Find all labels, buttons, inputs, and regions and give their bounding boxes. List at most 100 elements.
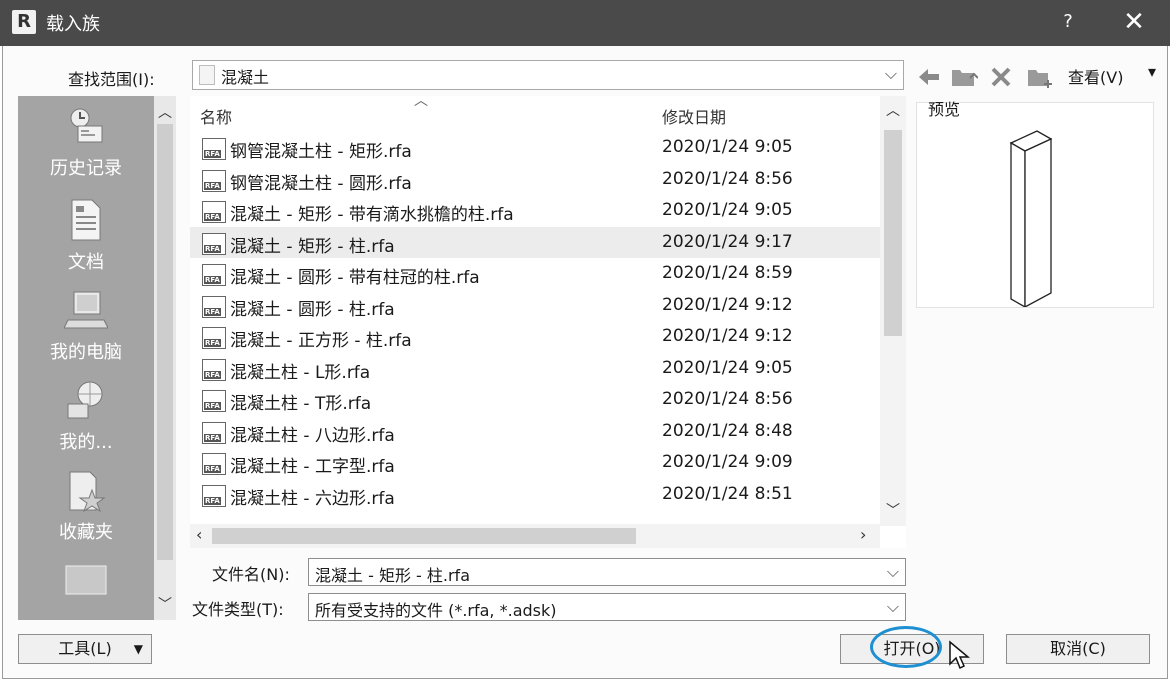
scroll-up-icon[interactable]: ︿ [880, 100, 906, 120]
filename-value: 混凝土 - 矩形 - 柱.rfa [315, 566, 470, 585]
vertical-scrollbar[interactable]: ︿ ﹀ [880, 96, 906, 526]
highlight-circle [870, 626, 942, 668]
scroll-thumb[interactable] [157, 124, 173, 560]
lookin-combobox[interactable]: 混凝土 ⌵ [192, 60, 904, 90]
file-name: 混凝土柱 - 六边形.rfa [230, 488, 395, 509]
file-rows: 钢管混凝土柱 - 矩形.rfa 2020/1/24 9:05 钢管混凝土柱 - 圆形… [190, 132, 880, 524]
rfa-file-icon [202, 484, 226, 507]
scroll-down-icon[interactable]: ﹀ [880, 500, 906, 520]
sort-ascending-icon: ︿ [414, 93, 428, 109]
close-button[interactable]: ✕ [1118, 6, 1150, 38]
filetype-label: 文件类型(T): [192, 600, 284, 619]
scroll-right-icon[interactable]: › [860, 525, 866, 544]
rfa-file-icon [202, 421, 226, 444]
places-scrollbar[interactable]: ︿ ﹀ [154, 96, 176, 620]
file-name: 混凝土 - 圆形 - 柱.rfa [230, 299, 395, 320]
dropdown-arrow-icon: ▼ [133, 642, 143, 656]
file-row[interactable]: 混凝土 - 正方形 - 柱.rfa 2020/1/24 9:12 [190, 321, 880, 353]
file-name: 混凝土柱 - T形.rfa [230, 394, 372, 414]
title-bar: R 载入族 ? ✕ [0, 0, 1170, 46]
scroll-left-icon[interactable]: ‹ [196, 525, 202, 544]
app-logo-icon: R [12, 10, 36, 34]
preview-label: 预览 [928, 100, 961, 119]
file-list: ︿ 名称 修改日期 钢管混凝土柱 - 矩形.rfa2020/1/24 9:05钢… [190, 93, 906, 548]
file-row[interactable]: 钢管混凝土柱 - 圆形.rfa 2020/1/24 8:56 [190, 164, 880, 196]
view-menu[interactable]: 查看(V) [1068, 64, 1123, 88]
place-label: 历史记录 [50, 158, 122, 179]
cancel-label: 取消(C) [1050, 639, 1106, 658]
network-icon [18, 378, 154, 422]
file-date: 2020/1/24 9:12 [662, 326, 793, 346]
file-row[interactable]: 混凝土 - 圆形 - 柱.rfa 2020/1/24 9:12 [190, 290, 880, 322]
desktop-icon [18, 564, 154, 608]
file-date: 2020/1/24 9:17 [662, 231, 793, 252]
lookin-value: 混凝土 [221, 68, 270, 87]
up-folder-icon[interactable] [950, 64, 979, 97]
scroll-down-icon[interactable]: ﹀ [154, 594, 176, 614]
filetype-value: 所有受支持的文件 (*.rfa, *.adsk) [315, 601, 557, 620]
file-date: 2020/1/24 9:05 [662, 357, 793, 378]
place-history[interactable]: 历史记录 [18, 104, 154, 180]
file-row[interactable]: 混凝土 - 矩形 - 柱.rfa 2020/1/24 9:17 [190, 226, 880, 258]
rfa-file-icon [202, 358, 226, 381]
computer-icon [18, 288, 154, 332]
view-dropdown-icon[interactable]: ▾ [1148, 62, 1156, 81]
new-folder-icon[interactable] [1026, 64, 1054, 97]
place-desktop[interactable] [18, 564, 154, 614]
mouse-cursor-icon [948, 640, 972, 674]
chevron-down-icon[interactable]: ⌵ [887, 562, 899, 582]
back-arrow-icon[interactable] [916, 64, 942, 97]
chevron-down-icon[interactable]: ⌵ [885, 64, 897, 84]
file-date: 2020/1/24 8:59 [662, 263, 793, 283]
horizontal-scrollbar[interactable]: ‹ › [190, 524, 880, 548]
cancel-button[interactable]: 取消(C) [1006, 634, 1150, 664]
help-button[interactable]: ? [1056, 8, 1080, 36]
filetype-select[interactable]: 所有受支持的文件 (*.rfa, *.adsk) ⌵ [308, 593, 906, 621]
delete-icon[interactable] [988, 64, 1014, 97]
file-name: 混凝土 - 正方形 - 柱.rfa [230, 331, 412, 351]
place-label: 收藏夹 [59, 522, 113, 543]
file-row[interactable]: 钢管混凝土柱 - 矩形.rfa 2020/1/24 9:05 [190, 132, 880, 164]
file-date: 2020/1/24 9:05 [662, 137, 793, 157]
history-icon [18, 104, 154, 148]
file-date: 2020/1/24 9:12 [662, 294, 793, 315]
filename-label: 文件名(N): [212, 565, 290, 584]
file-date: 2020/1/24 8:56 [662, 168, 793, 189]
file-row[interactable]: 混凝土柱 - 六边形.rfa 2020/1/24 8:51 [190, 479, 880, 511]
folder-icon [199, 65, 215, 85]
place-label: 我的... [59, 432, 113, 453]
place-network[interactable]: 我的... [18, 378, 154, 454]
file-row[interactable]: 混凝土 - 圆形 - 带有柱冠的柱.rfa 2020/1/24 8:59 [190, 258, 880, 290]
scroll-thumb[interactable] [212, 528, 636, 544]
file-row[interactable]: 混凝土柱 - L形.rfa 2020/1/24 9:05 [190, 353, 880, 385]
preview-pane [916, 102, 1154, 309]
place-my-computer[interactable]: 我的电脑 [18, 288, 154, 364]
scroll-thumb[interactable] [884, 130, 902, 336]
place-favorites[interactable]: 收藏夹 [18, 468, 154, 544]
tools-label: 工具(L) [58, 639, 112, 658]
rfa-file-icon [202, 390, 226, 412]
file-date: 2020/1/24 9:05 [662, 200, 793, 220]
file-row[interactable]: 混凝土 - 矩形 - 带有滴水挑檐的柱.rfa 2020/1/24 9:05 [190, 195, 880, 227]
rfa-file-icon [202, 169, 226, 192]
documents-icon [18, 198, 154, 242]
scroll-up-icon[interactable]: ︿ [154, 102, 176, 122]
column-preview-image [1009, 130, 1053, 309]
file-row[interactable]: 混凝土柱 - T形.rfa 2020/1/24 8:56 [190, 384, 880, 416]
column-header-date[interactable]: 修改日期 [662, 104, 726, 128]
file-row[interactable]: 混凝土柱 - 八边形.rfa 2020/1/24 8:48 [190, 416, 880, 448]
filename-input[interactable]: 混凝土 - 矩形 - 柱.rfa ⌵ [308, 558, 906, 586]
chevron-down-icon[interactable]: ⌵ [887, 597, 899, 617]
tools-button[interactable]: 工具(L) ▼ [18, 634, 152, 664]
file-name: 混凝土 - 矩形 - 柱.rfa [230, 236, 395, 257]
file-date: 2020/1/24 8:48 [662, 420, 793, 441]
places-bar: 历史记录 文档 我的电脑 我的... 收藏夹 ︿ ﹀ [18, 96, 176, 620]
file-name: 混凝土 - 圆形 - 带有柱冠的柱.rfa [230, 268, 480, 288]
place-label: 我的电脑 [50, 342, 122, 363]
window-title: 载入族 [46, 14, 100, 35]
rfa-file-icon [202, 264, 226, 286]
place-label: 文档 [68, 252, 104, 273]
place-documents[interactable]: 文档 [18, 198, 154, 274]
column-header-name[interactable]: 名称 [200, 104, 232, 128]
file-row[interactable]: 混凝土柱 - 工字型.rfa 2020/1/24 9:09 [190, 447, 880, 479]
